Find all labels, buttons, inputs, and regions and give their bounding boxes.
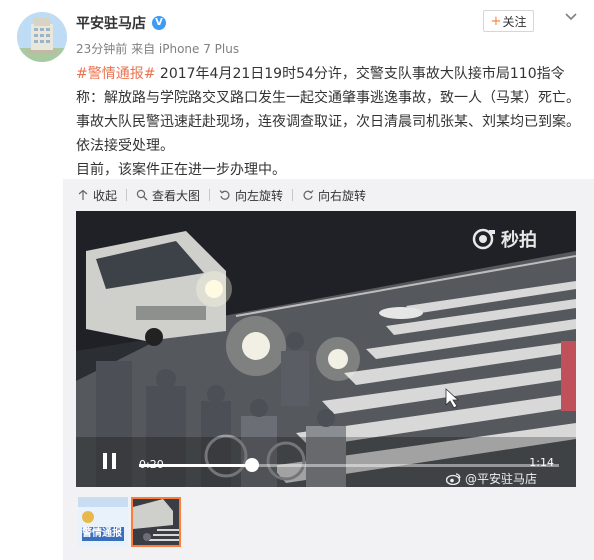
source-watermark: @平安驻马店 [446, 470, 537, 487]
magnifier-icon [136, 189, 148, 201]
plus-icon: + [490, 13, 502, 29]
miaopai-watermark: 秒拍 [472, 226, 537, 252]
weibo-logo-icon [446, 473, 461, 485]
rotate-left-label: 向左旋转 [235, 188, 284, 203]
progress-fill [139, 464, 253, 467]
miaopai-logo-icon [472, 228, 495, 250]
thumbnail-video-selected[interactable] [131, 497, 181, 547]
thumbnail-notice[interactable]: 警情通报 [78, 497, 128, 547]
rotate-left-button[interactable]: 向左旋转 [219, 187, 283, 204]
media-toolbar: 收起 查看大图 向左旋转 向右旋转 [77, 186, 366, 204]
source-watermark-text: @平安驻马店 [465, 472, 538, 486]
view-large-label: 查看大图 [152, 188, 201, 203]
follow-label: 关注 [502, 14, 527, 29]
post-text: #警情通报# 2017年4月21日19时54分许，交警支队事故大队接市局110指… [76, 62, 581, 182]
post-body-2: 目前，该案件正在进一步办理中。 [76, 162, 286, 178]
user-name-row: 平安驻马店 V [76, 13, 166, 33]
arrow-up-icon [78, 189, 88, 200]
progress-track[interactable] [139, 464, 559, 467]
thumbnail-caption: 警情通报 [82, 528, 122, 539]
hashtag-link[interactable]: #警情通报# [76, 66, 155, 82]
video-controls: 0:20 1:14 @平安驻马店 [76, 441, 576, 487]
rotate-right-icon [303, 190, 314, 200]
post-meta: 23分钟前 来自 iPhone 7 Plus [76, 42, 240, 56]
toolbar-divider [292, 189, 294, 201]
view-large-button[interactable]: 查看大图 [136, 187, 200, 204]
collapse-label: 收起 [93, 188, 118, 203]
rotate-right-label: 向右旋转 [318, 188, 367, 203]
weibo-post-card: 平安驻马店 V 23分钟前 来自 iPhone 7 Plus + 关注 #警情通… [0, 0, 594, 560]
total-time: 1:14 [529, 456, 554, 469]
toolbar-divider [209, 189, 211, 201]
rotate-left-icon [219, 190, 230, 200]
toolbar-divider [126, 189, 128, 201]
rotate-right-button[interactable]: 向右旋转 [302, 187, 366, 204]
verified-v-icon: V [152, 16, 166, 30]
progress-knob[interactable] [245, 458, 260, 472]
user-name[interactable]: 平安驻马店 [76, 13, 146, 33]
collapse-button[interactable]: 收起 [77, 187, 117, 204]
avatar[interactable] [17, 12, 67, 62]
video-player[interactable]: 秒拍 0:20 1:14 @平安驻马店 [76, 211, 576, 487]
pause-icon[interactable] [103, 453, 117, 469]
follow-button[interactable]: + 关注 [483, 10, 534, 32]
chevron-down-icon[interactable] [562, 8, 580, 26]
miaopai-text: 秒拍 [501, 230, 537, 251]
